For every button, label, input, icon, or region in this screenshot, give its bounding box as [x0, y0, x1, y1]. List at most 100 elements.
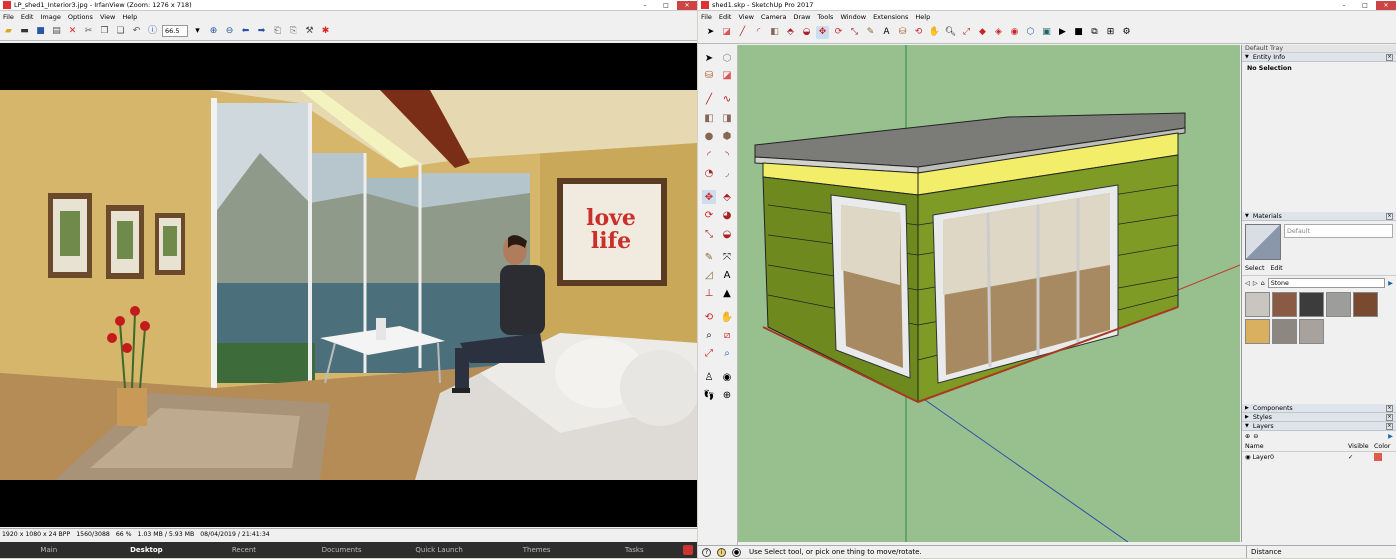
menu-options[interactable]: Options [68, 13, 93, 21]
copy-icon[interactable]: ❐ [98, 25, 111, 38]
swatch-5[interactable] [1353, 292, 1378, 317]
swatch-4[interactable] [1326, 292, 1351, 317]
credits-icon[interactable]: i [717, 548, 726, 557]
lt-circle-icon[interactable]: ● [702, 129, 716, 143]
first-page-icon[interactable]: ⎗ [271, 25, 284, 38]
eraser-tool-icon[interactable]: ◪ [720, 26, 733, 39]
su-menu-view[interactable]: View [738, 13, 753, 21]
lt-pan-icon[interactable]: ✋ [720, 310, 734, 324]
su-menu-help[interactable]: Help [915, 13, 930, 21]
lt-eraser-icon[interactable]: ◪ [720, 68, 734, 82]
lt-rectangle-icon[interactable]: ◧ [702, 111, 716, 125]
materials-header[interactable]: ▼ Materials × [1242, 212, 1396, 221]
scene-icon[interactable]: ▣ [1040, 26, 1053, 39]
next-icon[interactable]: ➡ [255, 25, 268, 38]
cut-icon[interactable]: ✂ [82, 25, 95, 38]
layer-row[interactable]: ◉ Layer0 ✓ [1242, 452, 1396, 462]
swatch-7[interactable] [1272, 319, 1297, 344]
tape-measure-icon[interactable]: ✎ [864, 26, 877, 39]
layer-details-icon[interactable]: ▶ [1388, 433, 1393, 441]
lt-previous-icon[interactable]: ⌕ [720, 346, 734, 360]
maximize-button[interactable]: □ [656, 1, 676, 10]
back-icon[interactable]: ◁ [1245, 280, 1250, 287]
lt-paint-icon[interactable]: ⛁ [702, 68, 716, 82]
su-menu-window[interactable]: Window [840, 13, 866, 21]
tab-select[interactable]: Select [1245, 265, 1264, 275]
su-menu-tools[interactable]: Tools [817, 13, 833, 21]
move-tool-icon[interactable]: ✥ [816, 26, 829, 39]
lt-look-around-icon[interactable]: ◉ [720, 370, 734, 384]
swatch-3[interactable] [1299, 292, 1324, 317]
lt-offset-icon[interactable]: ◒ [720, 227, 734, 241]
lt-orbit-icon[interactable]: ⟲ [702, 310, 716, 324]
lt-component-icon[interactable]: ⬡ [720, 51, 734, 65]
previous-icon[interactable]: ⬅ [239, 25, 252, 38]
sketchup-close-button[interactable]: ✕ [1376, 0, 1396, 10]
lt-arc-icon[interactable]: ◜ [702, 148, 716, 162]
forward-icon[interactable]: ▷ [1253, 280, 1258, 287]
lt-3dtext-icon[interactable]: ▲ [720, 286, 734, 300]
zoom-out-icon[interactable]: ⊖ [223, 25, 236, 38]
orbit-tool-icon[interactable]: ⟲ [912, 26, 925, 39]
arc-tool-icon[interactable]: ◜ [752, 26, 765, 39]
rotate-tool-icon[interactable]: ⟳ [832, 26, 845, 39]
open-icon[interactable]: ▰ [2, 25, 15, 38]
su-menu-extensions[interactable]: Extensions [873, 13, 908, 21]
active-layer-radio[interactable]: ◉ [1245, 454, 1251, 461]
lt-polygon-icon[interactable]: ⬢ [720, 129, 734, 143]
lt-select-icon[interactable]: ➤ [702, 51, 716, 65]
menu-image[interactable]: Image [40, 13, 60, 21]
zoom-dropdown-icon[interactable]: ▾ [191, 25, 204, 38]
swatch-2[interactable] [1272, 292, 1297, 317]
lt-position-camera-icon[interactable]: ♙ [702, 370, 716, 384]
stop-icon[interactable]: ■ [1072, 26, 1085, 39]
lt-rotated-rect-icon[interactable]: ◨ [720, 111, 734, 125]
warehouse-icon[interactable]: ◆ [976, 26, 989, 39]
settings-icon[interactable]: ⚒ [303, 25, 316, 38]
layers-header[interactable]: ▼ Layers × [1242, 422, 1396, 431]
extension-manager-icon[interactable]: ⬡ [1024, 26, 1037, 39]
line-tool-icon[interactable]: ╱ [736, 26, 749, 39]
lt-scale-icon[interactable]: ⤡ [702, 227, 716, 241]
taskbar-desktop[interactable]: Desktop [98, 546, 196, 554]
material-library-select[interactable]: Stone [1267, 278, 1386, 288]
play-icon[interactable]: ▶ [1056, 26, 1069, 39]
su-menu-edit[interactable]: Edit [719, 13, 732, 21]
menu-view[interactable]: View [100, 13, 115, 21]
slideshow-icon[interactable]: ▬ [18, 25, 31, 38]
lt-rotate-icon[interactable]: ⟳ [702, 208, 716, 222]
layer-visible-checkbox[interactable]: ✓ [1348, 454, 1374, 461]
pushpull-tool-icon[interactable]: ⬘ [784, 26, 797, 39]
undo-icon[interactable]: ↶ [130, 25, 143, 38]
preferences-gear-icon[interactable]: ⚙ [1120, 26, 1133, 39]
tab-edit[interactable]: Edit [1270, 265, 1282, 275]
su-menu-file[interactable]: File [701, 13, 712, 21]
lt-followme-icon[interactable]: ◕ [720, 208, 734, 222]
lt-tape-icon[interactable]: ✎ [702, 250, 716, 264]
panel-close-icon[interactable]: × [1386, 404, 1393, 412]
layers-toggle-icon[interactable]: ⧉ [1088, 26, 1101, 39]
su-menu-draw[interactable]: Draw [793, 13, 810, 21]
last-page-icon[interactable]: ⎘ [287, 25, 300, 38]
taskbar-main[interactable]: Main [0, 546, 98, 554]
lt-zoom-icon[interactable]: ⌕ [702, 328, 716, 342]
irfanview-logo-icon[interactable]: ✱ [319, 25, 332, 38]
model-viewport[interactable] [738, 45, 1240, 542]
lt-arc2-icon[interactable]: ◝ [720, 148, 734, 162]
home-icon[interactable]: ⌂ [1261, 280, 1265, 287]
delete-icon[interactable]: ✕ [66, 25, 79, 38]
geolocation-icon[interactable]: ? [702, 548, 711, 557]
lt-pie-icon[interactable]: ◔ [702, 166, 716, 180]
lt-zoom-extents-icon[interactable]: ⤢ [702, 346, 716, 360]
taskbar-themes[interactable]: Themes [488, 546, 586, 554]
paste-icon[interactable]: ❏ [114, 25, 127, 38]
lt-freehand-icon[interactable]: ∿ [720, 92, 734, 106]
su-menu-camera[interactable]: Camera [761, 13, 787, 21]
lt-pushpull-icon[interactable]: ⬘ [720, 190, 734, 204]
sketchup-minimize-button[interactable]: – [1334, 1, 1354, 10]
menu-file[interactable]: File [3, 13, 14, 21]
zoom-tool-icon[interactable]: 🔍︎ [944, 26, 957, 39]
panel-close-icon[interactable]: × [1386, 422, 1393, 430]
menu-help[interactable]: Help [122, 13, 137, 21]
panel-close-icon[interactable]: × [1386, 212, 1393, 220]
